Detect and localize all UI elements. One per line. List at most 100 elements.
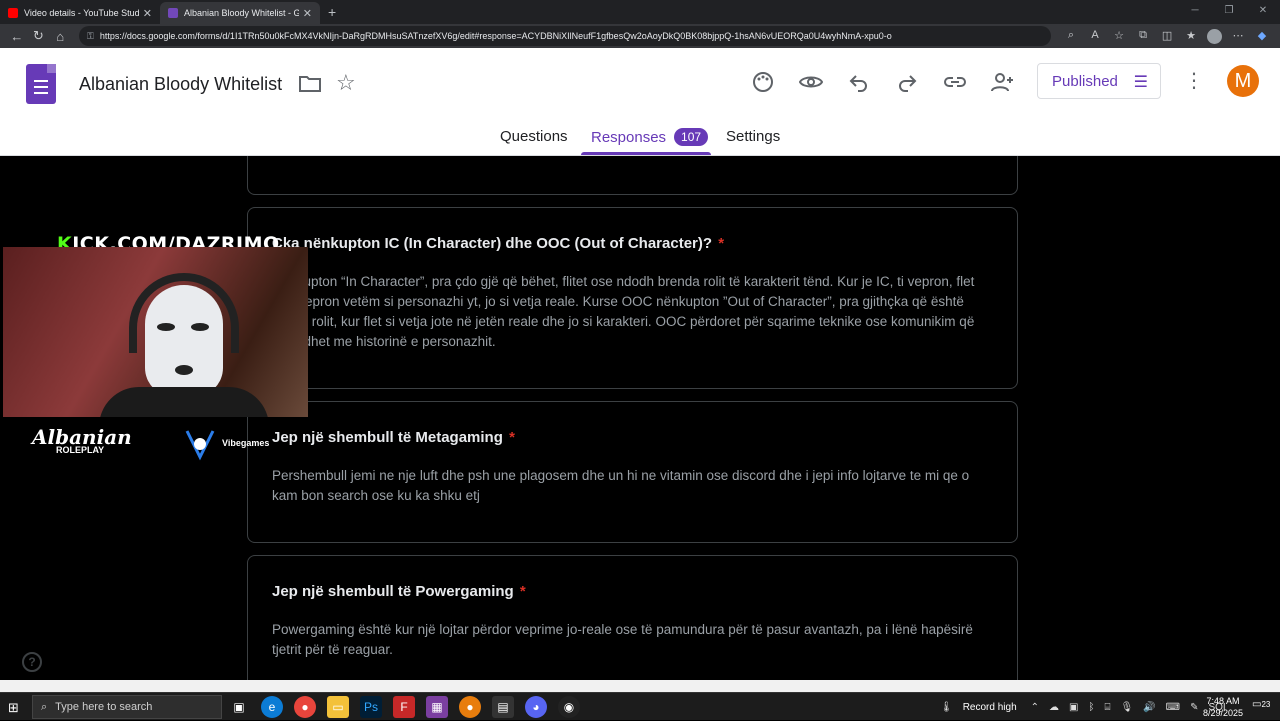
move-to-folder-icon[interactable] [299,74,321,92]
browser-actions: ⌕ A ☆ ⧉ ◫ ★ ⋯ ◆ [1059,28,1274,44]
store-icon[interactable]: ▤ [492,696,514,718]
search-icon: ⌕ [41,700,48,713]
form-title[interactable]: Albanian Bloody Whitelist [79,74,282,95]
photoshop-icon[interactable]: Ps [360,696,382,718]
windows-taskbar: ⊞ ⌕ Type here to search ▣ e ● ▭ Ps F ▦ ●… [0,692,1280,720]
site-info-icon[interactable]: ⚿ [87,31,94,42]
notification-count: 23 [1261,700,1271,709]
tab-settings[interactable]: Settings [726,128,780,156]
question-text: Çka nënkupton IC (In Character) dhe OOC … [272,235,713,252]
streamer-mask [145,285,223,397]
forms-favicon-icon [168,8,178,18]
split-screen-icon[interactable]: ◫ [1155,29,1179,44]
pen-icon[interactable]: ✎ [1190,702,1198,713]
question-title: Çka nënkupton IC (In Character) dhe OOC … [272,235,724,252]
close-tab-icon[interactable]: ✕ [143,7,152,20]
extensions-icon[interactable]: ⧉ [1131,29,1155,44]
google-forms-logo-icon[interactable] [26,64,56,104]
microphone-icon[interactable]: 🎙 [1120,702,1133,713]
answer-text: Powergaming është kur një lojtar përdor … [272,622,973,657]
blender-icon[interactable]: ● [459,696,481,718]
task-view-icon[interactable]: ▣ [228,696,250,718]
help-icon[interactable]: ? [22,652,42,672]
horizontal-scrollbar[interactable] [0,680,1280,692]
forms-header: Albanian Bloody Whitelist ☆ Published ☰ … [0,48,1280,156]
copy-link-icon[interactable] [943,70,967,94]
read-aloud-icon[interactable]: A [1083,29,1107,44]
favorites-icon[interactable]: ★ [1179,29,1203,44]
browser-tab-bar: Video details - YouTube Studio ✕ Albania… [0,0,1280,24]
edge-icon[interactable]: e [261,696,283,718]
preview-icon[interactable] [799,70,823,94]
back-icon[interactable]: ← [6,29,28,44]
add-collaborators-icon[interactable] [991,70,1015,94]
windows-start-icon[interactable]: ⊞ [8,700,19,716]
notifications-icon[interactable]: ▭23 [1252,699,1270,710]
required-asterisk: * [519,583,526,600]
app-grid-icon[interactable]: ▦ [426,696,448,718]
responses-count-badge: 107 [674,128,709,146]
redo-icon[interactable] [895,70,919,94]
tab-google-forms[interactable]: Albanian Bloody Whitelist - Goog ✕ [160,2,320,24]
star-icon[interactable]: ☆ [336,70,356,96]
menu-icon[interactable]: ⋯ [1226,29,1250,44]
copilot-icon[interactable]: ◆ [1250,29,1274,44]
bluetooth-icon[interactable]: ᛒ [1088,702,1094,713]
restore-icon[interactable]: ❐ [1212,0,1246,22]
url-input[interactable]: ⚿ https://docs.google.com/forms/d/1I1TRn… [79,26,1052,46]
cloud-icon[interactable]: ☁ [1049,702,1059,713]
discord-icon[interactable]: ◕ [525,696,547,718]
thermometer-icon: 🌡 [940,701,953,713]
url-text: https://docs.google.com/forms/d/1I1TRn50… [99,31,892,41]
tab-youtube-studio[interactable]: Video details - YouTube Studio ✕ [0,2,160,24]
taskbar-apps: ▣ e ● ▭ Ps F ▦ ● ▤ ◕ ◉ [228,696,591,718]
question-title: Jep një shembull të Metagaming * [272,429,515,446]
network-icon[interactable]: ⌸ [1104,702,1110,713]
customize-theme-icon[interactable] [751,70,775,94]
window-controls: ─ ❐ ✕ [1178,0,1280,22]
question-title: Jep një shembull të Powergaming * [272,583,526,600]
published-label: Published [1052,72,1118,90]
question-text: Jep një shembull të Metagaming [272,429,503,446]
vibegames-logo-text: Vibegames [222,438,270,448]
record-high-label[interactable]: Record high [963,702,1017,713]
close-tab-icon[interactable]: ✕ [303,7,312,20]
tray-app-icon[interactable]: ▣ [1069,702,1078,713]
close-window-icon[interactable]: ✕ [1246,0,1280,22]
minimize-icon[interactable]: ─ [1178,0,1212,22]
tab-title: Albanian Bloody Whitelist - Goog [184,8,299,18]
keyboard-icon[interactable]: ⌨ [1166,702,1180,713]
zoom-icon[interactable]: ⌕ [1059,29,1083,44]
active-tab-indicator [581,152,711,155]
question-text: Jep një shembull të Powergaming [272,583,514,600]
response-card-powergaming: Jep një shembull të Powergaming * Powerg… [247,555,1018,680]
profile-icon[interactable] [1207,28,1223,44]
system-tray: 🌡 Record high ⌃ ☁ ▣ ᛒ ⌸ 🎙 🔊 ⌨ ✎ SQI [940,693,1236,721]
undo-icon[interactable] [847,70,871,94]
published-button[interactable]: Published ☰ [1037,63,1161,99]
more-options-icon[interactable]: ⋮ [1184,68,1204,93]
taskbar-search-placeholder: Type here to search [55,701,153,713]
webcam-overlay [3,247,308,417]
new-tab-icon[interactable]: + [328,4,336,20]
show-hidden-icons-icon[interactable]: ⌃ [1031,702,1039,713]
publish-settings-icon: ☰ [1133,74,1148,91]
clock-date: 8/29/2025 [1203,708,1244,718]
vibegames-logo-icon [185,430,215,461]
tab-questions[interactable]: Questions [500,128,568,156]
home-icon[interactable]: ⌂ [49,29,71,44]
address-toolbar: ← ↻ ⌂ ⚿ https://docs.google.com/forms/d/… [0,24,1280,48]
volume-icon[interactable]: 🔊 [1143,702,1155,713]
obs-icon[interactable]: ◉ [558,696,580,718]
taskbar-clock[interactable]: 7:48 AM 8/29/2025 [1203,695,1243,719]
tab-title: Video details - YouTube Studio [24,8,139,18]
favorite-icon[interactable]: ☆ [1107,29,1131,44]
avatar[interactable]: M [1227,65,1259,97]
chrome-icon[interactable]: ● [294,696,316,718]
taskbar-search-input[interactable]: ⌕ Type here to search [32,695,222,719]
youtube-favicon-icon [8,8,18,18]
required-asterisk: * [509,429,515,446]
app-red-icon[interactable]: F [393,696,415,718]
refresh-icon[interactable]: ↻ [28,28,50,44]
file-explorer-icon[interactable]: ▭ [327,696,349,718]
